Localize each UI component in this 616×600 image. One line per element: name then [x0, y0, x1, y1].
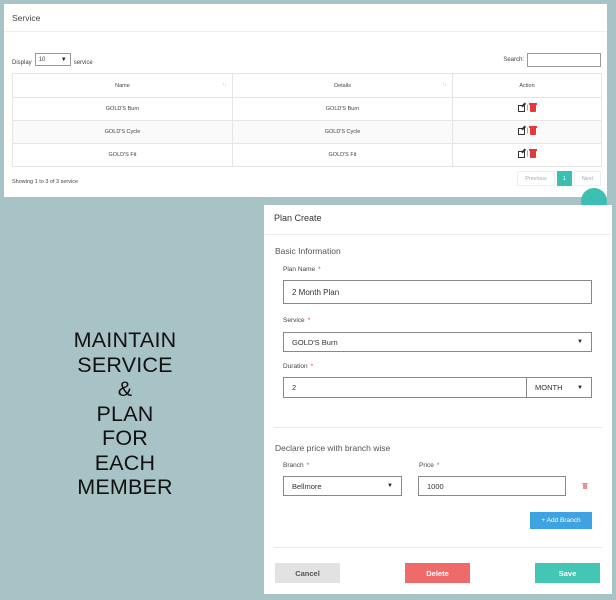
- pagination-next[interactable]: Next: [573, 171, 601, 186]
- separator: |: [526, 128, 529, 134]
- column-header-details[interactable]: Details ↑↓: [232, 73, 453, 98]
- price-label: Price *: [419, 462, 440, 469]
- chevron-down-icon: ▼: [60, 56, 67, 63]
- save-button[interactable]: Save: [535, 563, 600, 583]
- duration-label: Duration *: [283, 363, 314, 370]
- sort-icon: ↑↓: [442, 82, 447, 88]
- search-label: Search:: [503, 57, 524, 63]
- duration-unit-value: MONTH: [535, 383, 563, 392]
- table-row: GOLD'S Cycle GOLD'S Cycle |: [12, 120, 602, 144]
- service-select[interactable]: GOLD'S Burn ▼: [283, 332, 592, 352]
- table-row: GOLD'S Fit GOLD'S Fit |: [12, 143, 602, 167]
- branch-select-value: Bellmore: [292, 481, 322, 491]
- cell-details: GOLD'S Cycle: [232, 120, 453, 144]
- cell-name: GOLD'S Fit: [12, 143, 233, 167]
- plan-create-title: Plan Create: [264, 205, 612, 235]
- display-length-control: Display 10 ▼ service: [12, 53, 93, 69]
- display-suffix: service: [73, 59, 93, 66]
- service-table: Name ↑↓ Details ↑↓ Action GOLD'S Burn GO…: [12, 73, 602, 167]
- divider: [274, 547, 602, 548]
- chevron-down-icon: ▼: [577, 384, 583, 391]
- cell-name: GOLD'S Cycle: [12, 120, 233, 144]
- cell-action: |: [452, 143, 602, 167]
- plan-create-panel: Plan Create Basic Information Plan Name *…: [264, 205, 612, 594]
- service-select-value: GOLD'S Burn: [292, 337, 338, 347]
- cell-details: GOLD'S Fit: [232, 143, 453, 167]
- edit-icon[interactable]: [517, 127, 525, 135]
- branch-select[interactable]: Bellmore ▼: [283, 476, 402, 496]
- service-panel: Service Display 10 ▼ service Search: Nam…: [4, 4, 607, 197]
- plan-name-input[interactable]: 2 Month Plan: [283, 280, 592, 304]
- service-label: Service *: [283, 317, 311, 324]
- display-length-value: 10: [38, 56, 46, 63]
- cell-action: |: [452, 120, 602, 144]
- trash-icon[interactable]: [529, 149, 538, 158]
- chevron-down-icon: ▼: [387, 483, 393, 489]
- pagination-previous[interactable]: Previous: [517, 171, 555, 186]
- trash-icon[interactable]: [529, 103, 538, 112]
- headline: MAINTAIN SERVICE & PLAN FOR EACH MEMBER: [73, 328, 177, 499]
- duration-unit-select[interactable]: MONTH ▼: [526, 377, 592, 398]
- table-info: Showing 1 to 3 of 3 service: [12, 179, 79, 185]
- table-header-row: Name ↑↓ Details ↑↓ Action: [12, 73, 602, 98]
- search-input[interactable]: [527, 53, 601, 67]
- table-row: GOLD'S Burn GOLD'S Burn |: [12, 97, 602, 121]
- cancel-button[interactable]: Cancel: [275, 563, 340, 583]
- sort-icon: ↑↓: [222, 82, 227, 88]
- plan-name-label: Plan Name *: [283, 266, 321, 273]
- duration-input[interactable]: 2: [283, 377, 527, 398]
- column-header-name[interactable]: Name ↑↓: [12, 73, 233, 98]
- branch-label: Branch *: [283, 462, 310, 469]
- chevron-down-icon: ▼: [577, 339, 583, 345]
- search-control: Search:: [503, 53, 601, 67]
- edit-icon[interactable]: [517, 150, 525, 158]
- display-length-select[interactable]: 10 ▼: [34, 53, 71, 66]
- cell-details: GOLD'S Burn: [232, 97, 453, 121]
- service-controls: Display 10 ▼ service Search:: [12, 53, 601, 69]
- trash-icon[interactable]: [529, 126, 538, 135]
- separator: |: [526, 105, 529, 111]
- service-title: Service: [4, 4, 607, 32]
- delete-button[interactable]: Delete: [405, 563, 470, 583]
- pagination: Previous 1 Next: [517, 171, 601, 186]
- pagination-page-1[interactable]: 1: [556, 171, 572, 186]
- edit-icon[interactable]: [517, 104, 525, 112]
- divider: [274, 427, 602, 428]
- cell-action: |: [452, 97, 602, 121]
- add-branch-button[interactable]: + Add Branch: [530, 512, 592, 529]
- display-label: Display: [12, 59, 32, 66]
- cell-name: GOLD'S Burn: [12, 97, 233, 121]
- trash-icon[interactable]: [582, 483, 588, 489]
- column-header-action: Action: [452, 73, 602, 98]
- price-input[interactable]: 1000: [418, 476, 566, 496]
- price-branch-heading: Declare price with branch wise: [275, 443, 391, 453]
- separator: |: [526, 151, 529, 157]
- basic-information-heading: Basic Information: [275, 246, 341, 256]
